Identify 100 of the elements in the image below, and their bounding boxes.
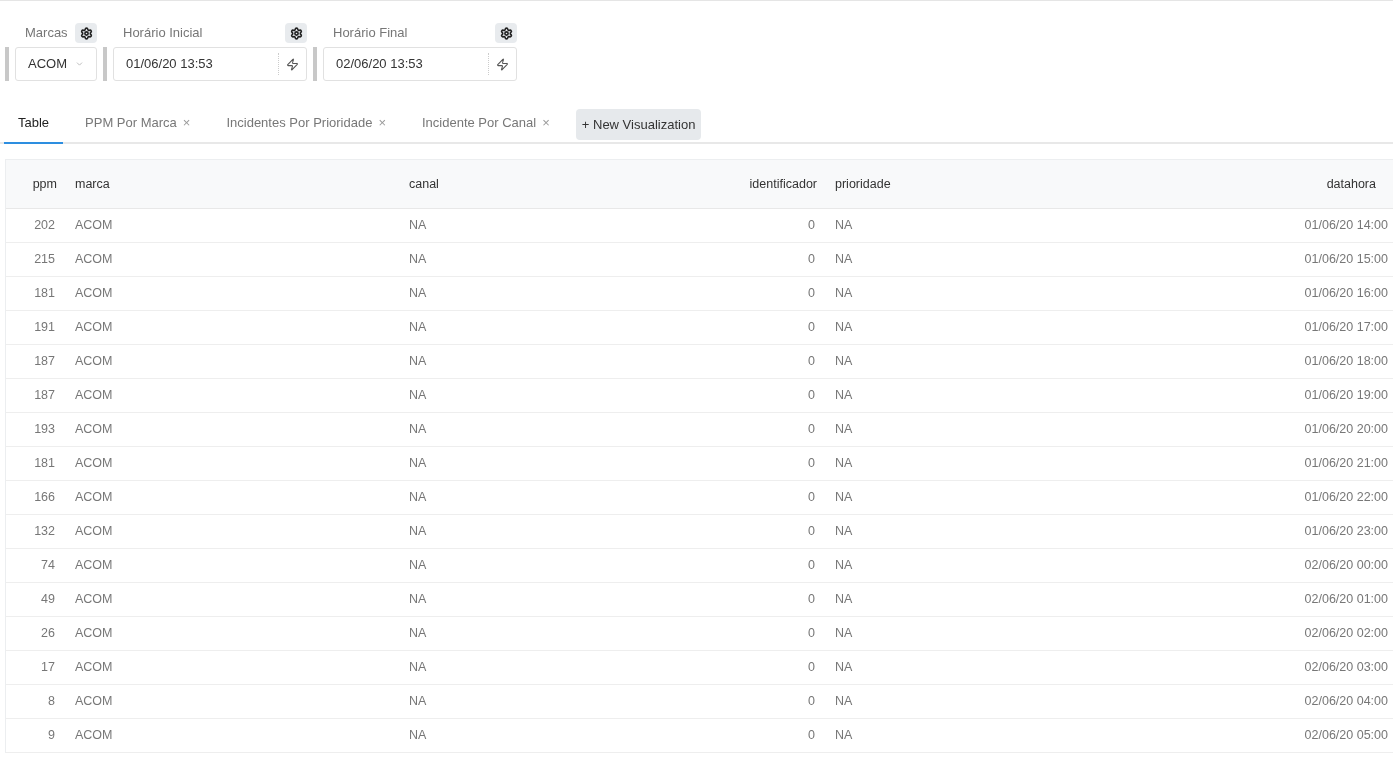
table-cell-text: 0	[807, 455, 816, 473]
table-cell-text: 0	[807, 557, 816, 575]
tab[interactable]: Incidente Por Canal ×	[408, 103, 564, 144]
drag-handle[interactable]	[313, 47, 317, 81]
table-cell-text: ACOM	[74, 693, 114, 711]
table-cell-text: ACOM	[74, 251, 114, 269]
table-cell-text: 8	[47, 693, 56, 711]
tab[interactable]: Table	[4, 103, 64, 144]
table-cell-text: 0	[807, 353, 816, 371]
tab[interactable]: PPM Por Marca ×	[71, 103, 205, 144]
table-cell-text: NA	[834, 217, 854, 235]
table-cell-text: 01/06/20 23:00	[1303, 523, 1389, 541]
table-cell-text: 0	[807, 693, 816, 711]
new-visualization-button[interactable]: + New Visualization	[575, 109, 702, 140]
table-cell-text: NA	[834, 319, 854, 337]
table-cell-text: NA	[408, 455, 428, 473]
table-cell-text: NA	[834, 693, 854, 711]
table-cell-text: ACOM	[74, 489, 114, 507]
table-cell-text: NA	[408, 591, 428, 609]
table-cell-text: 0	[807, 217, 816, 235]
settings-button[interactable]	[285, 23, 307, 43]
table-cell-text: 166	[33, 489, 56, 507]
table-cell-text: 49	[40, 591, 56, 609]
column-header[interactable]: marca	[67, 174, 401, 194]
filter-label: Horário Inicial	[123, 24, 203, 43]
table-cell-text: 01/06/20 19:00	[1303, 387, 1389, 405]
column-header[interactable]: prioridade	[827, 174, 1107, 194]
table-cell-text: ACOM	[74, 523, 114, 541]
table-cell-text: 0	[807, 421, 816, 439]
table-cell-text: 0	[807, 251, 816, 269]
table-cell-text: NA	[408, 387, 428, 405]
table-cell-text: NA	[408, 523, 428, 541]
table-cell-text: ACOM	[74, 421, 114, 439]
table-cell-text: ACOM	[74, 353, 114, 371]
table-cell-text: 0	[807, 625, 816, 643]
table-cell-text: 02/06/20 01:00	[1303, 591, 1389, 609]
table-cell-text: NA	[408, 285, 428, 303]
tab[interactable]: Incidentes Por Prioridade ×	[212, 103, 400, 144]
table-cell-text: 01/06/20 14:00	[1303, 217, 1389, 235]
drag-handle[interactable]	[103, 47, 107, 81]
table-cell-text: 0	[807, 489, 816, 507]
table-cell-text: 01/06/20 15:00	[1303, 251, 1389, 269]
table-cell-text: NA	[408, 727, 428, 745]
table-cell-text: NA	[408, 625, 428, 643]
settings-icon	[79, 26, 93, 40]
lightning-icon	[496, 57, 509, 71]
table-cell-text: NA	[834, 557, 854, 575]
table-cell-text: 02/06/20 04:00	[1303, 693, 1389, 711]
table-cell-text: 0	[807, 523, 816, 541]
table-cell-text: ACOM	[74, 285, 114, 303]
table-cell-text: NA	[408, 251, 428, 269]
table-cell-text: NA	[834, 727, 854, 745]
table-cell-text: 02/06/20 02:00	[1303, 625, 1389, 643]
table-cell-text: ACOM	[74, 319, 114, 337]
table-cell-text: 26	[40, 625, 56, 643]
table-cell-text: NA	[408, 421, 428, 439]
table-cell-text: 0	[807, 285, 816, 303]
table-cell-text: NA	[408, 353, 428, 371]
table-cell-text: 0	[807, 319, 816, 337]
table-cell-text: NA	[834, 421, 854, 439]
column-header[interactable]: ppm	[6, 174, 67, 194]
table-cell-text: 191	[33, 319, 56, 337]
table-cell-text: NA	[834, 387, 854, 405]
settings-button[interactable]	[75, 23, 97, 43]
table-cell-text: 0	[807, 591, 816, 609]
table-cell-text: NA	[834, 455, 854, 473]
brand-select[interactable]: ACOM	[15, 47, 97, 81]
filter-label: Marcas	[25, 24, 68, 43]
column-header[interactable]: canal	[401, 174, 701, 194]
table-cell-text: 181	[33, 455, 56, 473]
drag-handle[interactable]	[5, 47, 9, 81]
table-cell-text: ACOM	[74, 387, 114, 405]
column-header[interactable]: datahora	[1107, 174, 1393, 194]
table-cell-text: 187	[33, 387, 56, 405]
table-cell-text: NA	[834, 591, 854, 609]
table-cell-text: 132	[33, 523, 56, 541]
lightning-icon	[286, 57, 299, 71]
table-cell-text: 17	[40, 659, 56, 677]
table-cell-text: NA	[834, 523, 854, 541]
table-cell-text: ACOM	[74, 217, 114, 235]
table-cell-text: 02/06/20 03:00	[1303, 659, 1389, 677]
date-field[interactable]: 01/06/20 13:53	[113, 47, 307, 81]
settings-button[interactable]	[495, 23, 517, 43]
table-cell-text: NA	[834, 251, 854, 269]
table-cell-text: NA	[834, 489, 854, 507]
table-cell-text: 02/06/20 05:00	[1303, 727, 1389, 745]
table-cell-text: NA	[408, 557, 428, 575]
table-cell-text: ACOM	[74, 625, 114, 643]
column-header[interactable]: identificador	[701, 174, 827, 194]
table-cell-text: NA	[834, 285, 854, 303]
table-cell-text: NA	[834, 353, 854, 371]
settings-icon	[289, 26, 303, 40]
table-cell-text: NA	[408, 659, 428, 677]
table-cell-text: ACOM	[74, 659, 114, 677]
table-cell-text: ACOM	[74, 557, 114, 575]
table-cell-text: NA	[834, 625, 854, 643]
table-cell-text: NA	[408, 217, 428, 235]
date-field[interactable]: 02/06/20 13:53	[323, 47, 517, 81]
settings-icon	[499, 26, 513, 40]
table-cell-text: 74	[40, 557, 56, 575]
